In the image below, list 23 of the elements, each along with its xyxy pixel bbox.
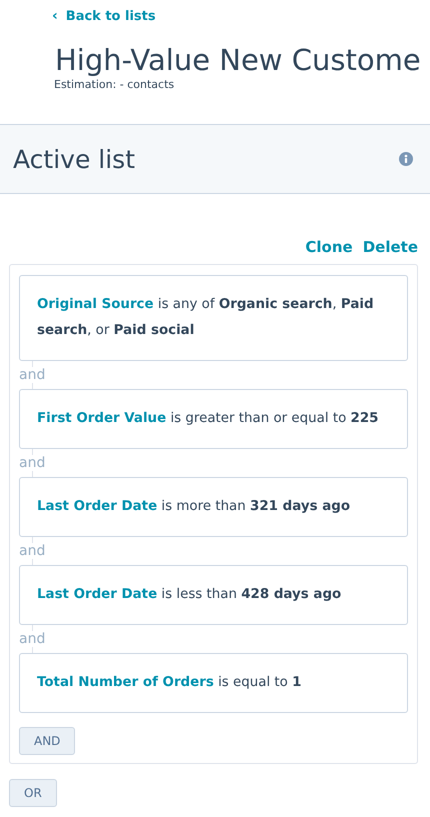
- info-icon[interactable]: [399, 152, 413, 166]
- and-label: and: [19, 455, 46, 471]
- property-link[interactable]: Last Order Date: [37, 499, 158, 514]
- back-link[interactable]: ‹ Back to lists: [52, 8, 156, 24]
- filter-card[interactable]: Last Order Date is less than 428 days ago: [19, 565, 408, 625]
- property-link[interactable]: Last Order Date: [37, 587, 158, 602]
- list-title: High-Value New Custome: [55, 42, 422, 78]
- and-button[interactable]: AND: [19, 727, 76, 755]
- and-label: and: [19, 631, 46, 647]
- property-link[interactable]: Original Source: [37, 297, 154, 312]
- section-title: Active list: [13, 144, 135, 174]
- property-link[interactable]: Total Number of Orders: [37, 675, 214, 690]
- and-label: and: [19, 543, 46, 559]
- action-link[interactable]: Clone: [305, 238, 353, 256]
- property-link[interactable]: First Order Value: [37, 411, 166, 426]
- or-button[interactable]: OR: [9, 779, 57, 807]
- action-link[interactable]: Delete: [362, 238, 418, 256]
- filter-card[interactable]: Original Source is any of Organic search, Paid search, or Paid social: [19, 275, 408, 361]
- filter-card[interactable]: First Order Value is greater than or equal to 225: [19, 389, 408, 449]
- filter-card[interactable]: Total Number of Orders is equal to 1: [19, 653, 408, 713]
- estimation-text: Estimation: - contacts: [54, 78, 176, 91]
- and-label: and: [19, 367, 46, 383]
- filter-card[interactable]: Last Order Date is more than 321 days ago: [19, 477, 408, 537]
